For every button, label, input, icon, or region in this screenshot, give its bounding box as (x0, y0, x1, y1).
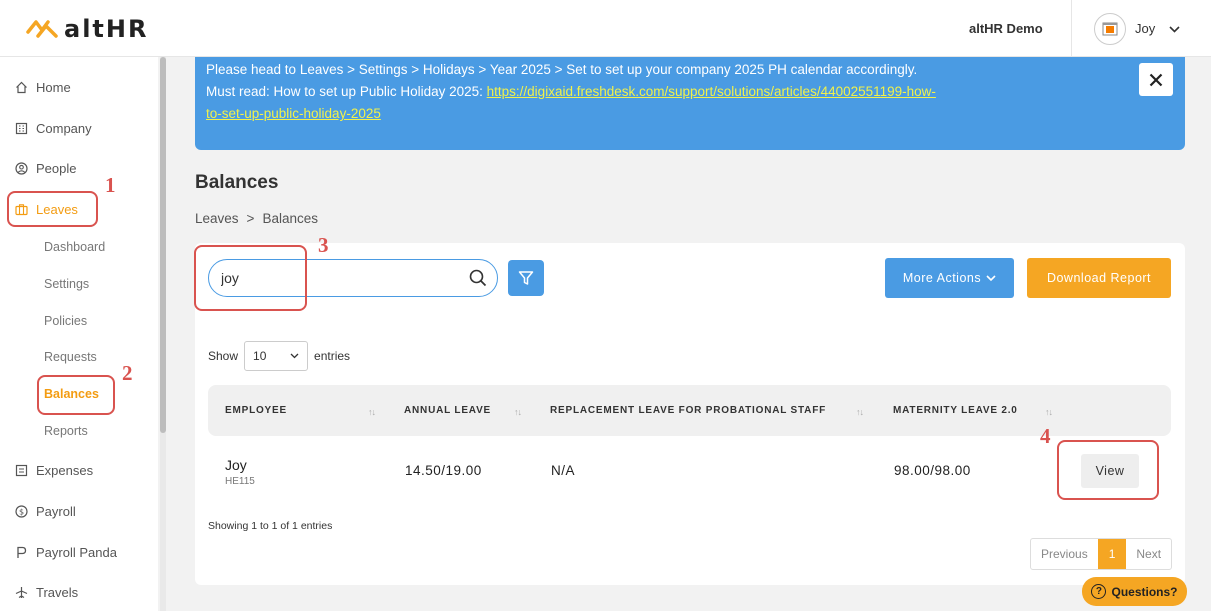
leaves-sub-dashboard[interactable]: Dashboard (44, 240, 105, 254)
balances-card: More Actions Download Report Show 10 ent… (195, 243, 1185, 585)
sidebar-item-label: Home (36, 79, 71, 95)
annotation-box-leaves (7, 191, 98, 227)
chevron-down-icon (290, 353, 299, 359)
sort-icon[interactable]: ↑↓ (856, 407, 864, 417)
employee-id: HE115 (225, 476, 255, 487)
close-icon (1149, 73, 1163, 86)
breadcrumb-leaves[interactable]: Leaves (195, 211, 239, 226)
sidebar-item-home[interactable]: Home (14, 77, 71, 97)
p-icon (14, 545, 28, 559)
col-maternity-leave[interactable]: MATERNITY LEAVE 2.0 (893, 405, 1018, 416)
more-actions-label: More Actions (902, 271, 982, 285)
annotation-number-1: 1 (105, 173, 116, 197)
annotation-box-balances (37, 375, 115, 415)
search-icon[interactable] (469, 269, 487, 287)
sort-icon[interactable]: ↑↓ (514, 407, 522, 417)
althr-logo[interactable]: altHR (26, 15, 148, 43)
annotation-number-3: 3 (318, 233, 329, 257)
sidebar-item-label: Company (36, 120, 92, 136)
filter-button[interactable] (508, 260, 544, 296)
banner-line-3: to-set-up-public-holiday-2025 (206, 103, 1174, 125)
breadcrumb-separator: > (246, 211, 255, 226)
questions-help-button[interactable]: ? Questions? (1082, 577, 1187, 606)
sort-icon[interactable]: ↑↓ (368, 407, 376, 417)
page-size-select[interactable]: 10 (244, 341, 309, 371)
close-banner-button[interactable] (1139, 63, 1173, 96)
col-annual-leave[interactable]: ANNUAL LEAVE (404, 405, 491, 416)
questions-label: Questions? (1111, 584, 1178, 599)
sidebar-item-label: Payroll Panda (36, 544, 117, 560)
building-icon (14, 121, 28, 135)
annual-leave-value: 14.50/19.00 (405, 463, 482, 478)
previous-page-button[interactable]: Previous (1031, 539, 1098, 569)
sidebar-item-people[interactable]: People (14, 158, 76, 178)
replacement-leave-value: N/A (551, 463, 576, 478)
top-header: altHR altHR Demo Joy (0, 0, 1211, 57)
table-header: EMPLOYEE ↑↓ ANNUAL LEAVE ↑↓ REPLACEMENT … (208, 385, 1171, 436)
receipt-icon (14, 463, 28, 477)
col-replacement-leave[interactable]: REPLACEMENT LEAVE FOR PROBATIONAL STAFF (550, 405, 826, 416)
maternity-leave-value: 98.00/98.00 (894, 463, 971, 478)
banner-line-1: Please head to Leaves > Settings > Holid… (206, 62, 918, 77)
home-icon (14, 80, 28, 94)
banner-help-link[interactable]: https://digixaid.freshdesk.com/support/s… (487, 84, 936, 99)
chevron-down-icon (1169, 22, 1180, 36)
sidebar-item-payroll-panda[interactable]: Payroll Panda (14, 542, 117, 562)
employee-name: Joy (225, 457, 247, 473)
leaves-sub-requests[interactable]: Requests (44, 350, 97, 364)
col-employee[interactable]: EMPLOYEE (225, 405, 287, 416)
breadcrumb-balances: Balances (262, 211, 318, 226)
user-menu[interactable]: Joy (1071, 0, 1211, 57)
sidebar-item-label: Payroll (36, 503, 76, 519)
page-size-value: 10 (253, 349, 267, 363)
question-icon: ? (1091, 584, 1107, 599)
annotation-number-2: 2 (122, 361, 133, 385)
banner-help-link-cont[interactable]: to-set-up-public-holiday-2025 (206, 106, 381, 121)
sidebar-item-travels[interactable]: Travels (14, 582, 78, 602)
chevron-down-icon (986, 274, 996, 281)
sort-icon[interactable]: ↑↓ (1045, 407, 1053, 417)
sidebar-item-label: People (36, 160, 77, 176)
logo-mark-icon (26, 20, 58, 38)
sidebar-scrollbar[interactable] (160, 57, 166, 611)
leaves-sub-reports[interactable]: Reports (44, 424, 88, 438)
company-name[interactable]: altHR Demo (969, 21, 1043, 36)
scrollbar-thumb[interactable] (160, 57, 166, 433)
person-icon (14, 161, 28, 175)
plane-icon (14, 585, 28, 599)
entries-label: entries (314, 349, 351, 363)
annotation-number-4: 4 (1040, 424, 1051, 448)
public-holiday-banner: Please head to Leaves > Settings > Holid… (195, 57, 1185, 150)
download-report-button[interactable]: Download Report (1027, 258, 1171, 298)
dollar-icon: $ (14, 504, 28, 518)
show-label: Show (208, 349, 239, 363)
leaves-sub-policies[interactable]: Policies (44, 314, 87, 328)
filter-icon (518, 271, 534, 285)
sidebar-item-label: Expenses (36, 462, 94, 478)
svg-text:$: $ (18, 507, 23, 516)
pagination: Previous 1 Next (1030, 538, 1173, 570)
annotation-box-view (1057, 440, 1159, 500)
banner-line-2: Must read: How to set up Public Holiday … (206, 81, 1174, 103)
page-size-control: Show 10 entries (208, 341, 350, 371)
entries-info: Showing 1 to 1 of 1 entries (208, 520, 333, 532)
sidebar-item-label: Travels (36, 584, 79, 600)
leaves-sub-settings[interactable]: Settings (44, 277, 89, 291)
sidebar (0, 57, 158, 611)
sidebar-item-expenses[interactable]: Expenses (14, 460, 93, 480)
avatar (1094, 12, 1126, 45)
sidebar-item-company[interactable]: Company (14, 118, 92, 138)
sidebar-item-payroll[interactable]: $ Payroll (14, 501, 76, 521)
breadcrumb: Leaves > Balances (195, 211, 318, 226)
logo-text: altHR (64, 15, 149, 43)
annotation-box-search (194, 245, 307, 311)
page-1-button[interactable]: 1 (1097, 539, 1127, 569)
more-actions-button[interactable]: More Actions (885, 258, 1014, 298)
page-title: Balances (195, 172, 279, 193)
banner-line-2-prefix: Must read: How to set up Public Holiday … (206, 84, 487, 99)
user-name: Joy (1135, 21, 1156, 36)
next-page-button[interactable]: Next (1126, 539, 1171, 569)
company-avatar-icon (1102, 22, 1118, 35)
